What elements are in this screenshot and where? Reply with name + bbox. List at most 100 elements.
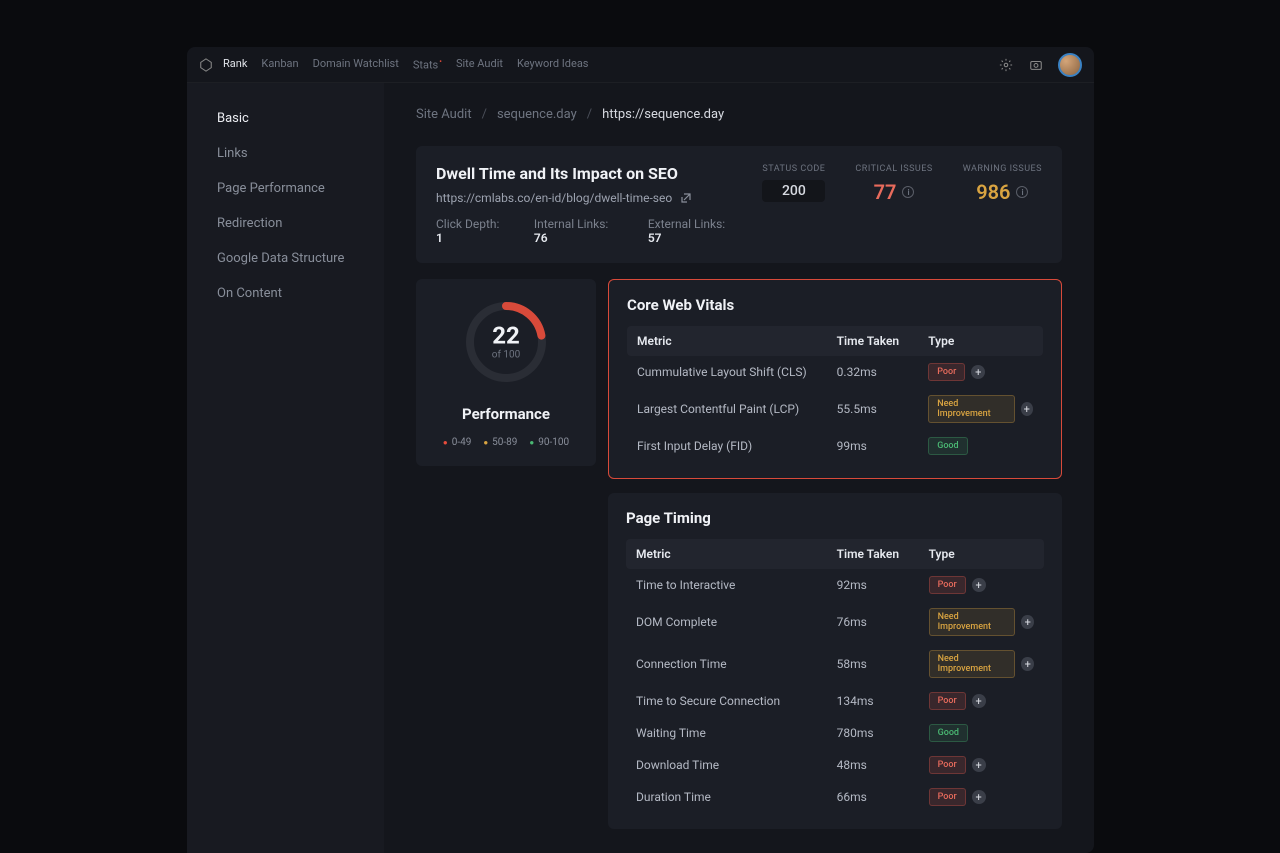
expand-icon[interactable]: + [972, 578, 986, 592]
cell-time: 76ms [827, 601, 919, 643]
top-nav: Rank Kanban Domain Watchlist Stats Site Audi… [223, 57, 589, 72]
cell-metric: Duration Time [626, 781, 827, 813]
table-row: Connection Time58msNeed Improvement+ [626, 643, 1044, 685]
avatar[interactable] [1058, 53, 1082, 77]
topbar-right [998, 53, 1082, 77]
expand-icon[interactable]: + [1021, 402, 1033, 416]
topnav-item[interactable]: Rank [223, 57, 247, 72]
table-row: First Input Delay (FID)99ms Good [627, 430, 1043, 462]
topbar: Rank Kanban Domain Watchlist Stats Site Audi… [187, 47, 1094, 83]
external-links: External Links: 57 [648, 217, 733, 245]
core-web-vitals-panel: Core Web Vitals Metric Time Taken Type C… [608, 279, 1062, 479]
th-type: Type [918, 326, 1043, 356]
sidebar-item[interactable]: Redirection [187, 206, 384, 241]
table-row: Time to Secure Connection134msPoor+ [626, 685, 1044, 717]
sidebar-item[interactable]: Page Performance [187, 171, 384, 206]
th-time: Time Taken [827, 326, 919, 356]
app-logo-icon [199, 58, 213, 72]
external-link-icon[interactable] [680, 192, 692, 204]
expand-icon[interactable]: + [972, 790, 986, 804]
sidebar-item[interactable]: Google Data Structure [187, 241, 384, 276]
page-header: Dwell Time and Its Impact on SEO https:/… [416, 146, 1062, 263]
topnav-item[interactable]: Stats [413, 57, 442, 72]
cell-time: 55.5ms [827, 388, 919, 430]
sidebar-item[interactable]: Links [187, 136, 384, 171]
topnav-item[interactable]: Site Audit [456, 57, 503, 72]
sidebar-item[interactable]: Basic [187, 101, 384, 136]
page-timing-table: Metric Time Taken Type Time to Interacti… [626, 539, 1044, 813]
body: BasicLinksPage PerformanceRedirectionGoo… [187, 83, 1094, 853]
status-badge: Poor [929, 692, 966, 710]
expand-icon[interactable]: + [1021, 657, 1034, 671]
table-row: Download Time48msPoor+ [626, 749, 1044, 781]
legend-good: 90-100 [529, 437, 569, 448]
topnav-item[interactable]: Domain Watchlist [313, 57, 399, 72]
status-badge: Good [929, 724, 968, 742]
cell-type: Poor + [919, 569, 1044, 601]
settings-icon[interactable] [998, 57, 1014, 73]
panel-title: Page Timing [626, 509, 1044, 527]
topnav-item[interactable]: Kanban [261, 57, 298, 72]
performance-gauge: 22 of 100 [461, 297, 551, 387]
cell-metric: Download Time [626, 749, 827, 781]
breadcrumb-item[interactable]: sequence.day [497, 107, 577, 122]
stat-status-code: STATUS CODE 200 [762, 164, 825, 202]
legend-medium: 50-89 [483, 437, 517, 448]
status-badge: Poor [928, 363, 965, 381]
info-icon[interactable]: i [902, 186, 914, 198]
meta-row: Click Depth: 1 Internal Links: 76 Extern… [436, 217, 732, 245]
table-row: DOM Complete76msNeed Improvement+ [626, 601, 1044, 643]
performance-score: 22 [492, 324, 521, 348]
breadcrumb: Site Audit / sequence.day / https://sequ… [416, 107, 1062, 122]
status-badge: Need Improvement [928, 395, 1014, 423]
expand-icon[interactable]: + [972, 694, 986, 708]
cell-time: 58ms [827, 643, 919, 685]
panel-title: Core Web Vitals [627, 296, 1043, 314]
panels: 22 of 100 Performance 0-49 50-89 90-100 … [416, 279, 1062, 829]
header-stats: STATUS CODE 200 CRITICAL ISSUES 77i WARN… [762, 164, 1042, 245]
table-row: Waiting Time780msGood [626, 717, 1044, 749]
cell-type: Good [918, 430, 1043, 462]
breadcrumb-item[interactable]: Site Audit [416, 107, 472, 122]
info-icon[interactable]: i [1016, 186, 1028, 198]
status-badge: Poor [929, 576, 966, 594]
table-row: Largest Contentful Paint (LCP)55.5msNeed… [627, 388, 1043, 430]
click-depth: Click Depth: 1 [436, 217, 502, 245]
cell-time: 780ms [827, 717, 919, 749]
status-badge: Poor [929, 756, 966, 774]
stat-warning-issues: WARNING ISSUES 986i [963, 164, 1042, 204]
page-url-text: https://cmlabs.co/en-id/blog/dwell-time-… [436, 191, 672, 205]
page-timing-panel: Page Timing Metric Time Taken Type Time … [608, 493, 1062, 829]
performance-sub: of 100 [492, 350, 521, 361]
table-row: Duration Time66ms Poor + [626, 781, 1044, 813]
cell-time: 66ms [827, 781, 919, 813]
cell-type: Poor + [919, 749, 1044, 781]
cell-metric: First Input Delay (FID) [627, 430, 827, 462]
topnav-item[interactable]: Keyword Ideas [517, 57, 589, 72]
performance-legend: 0-49 50-89 90-100 [428, 437, 584, 448]
status-badge: Good [928, 437, 967, 455]
cell-time: 0.32ms [827, 356, 919, 388]
table-row: Cummulative Layout Shift (CLS)0.32msPoor… [627, 356, 1043, 388]
th-metric: Metric [626, 539, 827, 569]
cell-type: Need Improvement + [919, 601, 1044, 643]
cell-type: Poor + [918, 356, 1043, 388]
core-web-vitals-table: Metric Time Taken Type Cummulative Layou… [627, 326, 1043, 462]
expand-icon[interactable]: + [971, 365, 985, 379]
th-type: Type [919, 539, 1044, 569]
status-badge: Poor [929, 788, 966, 806]
cell-type: Need Improvement + [918, 388, 1043, 430]
expand-icon[interactable]: + [1021, 615, 1034, 629]
status-badge: Need Improvement [929, 650, 1016, 678]
internal-links: Internal Links: 76 [534, 217, 616, 245]
status-badge: Need Improvement [929, 608, 1016, 636]
expand-icon[interactable]: + [972, 758, 986, 772]
cell-time: 99ms [827, 430, 919, 462]
cell-metric: Time to Interactive [626, 569, 827, 601]
sidebar-item[interactable]: On Content [187, 276, 384, 311]
cell-time: 134ms [827, 685, 919, 717]
breadcrumb-current: https://sequence.day [602, 107, 724, 122]
th-metric: Metric [627, 326, 827, 356]
cell-type: Poor + [919, 685, 1044, 717]
camera-icon[interactable] [1028, 57, 1044, 73]
